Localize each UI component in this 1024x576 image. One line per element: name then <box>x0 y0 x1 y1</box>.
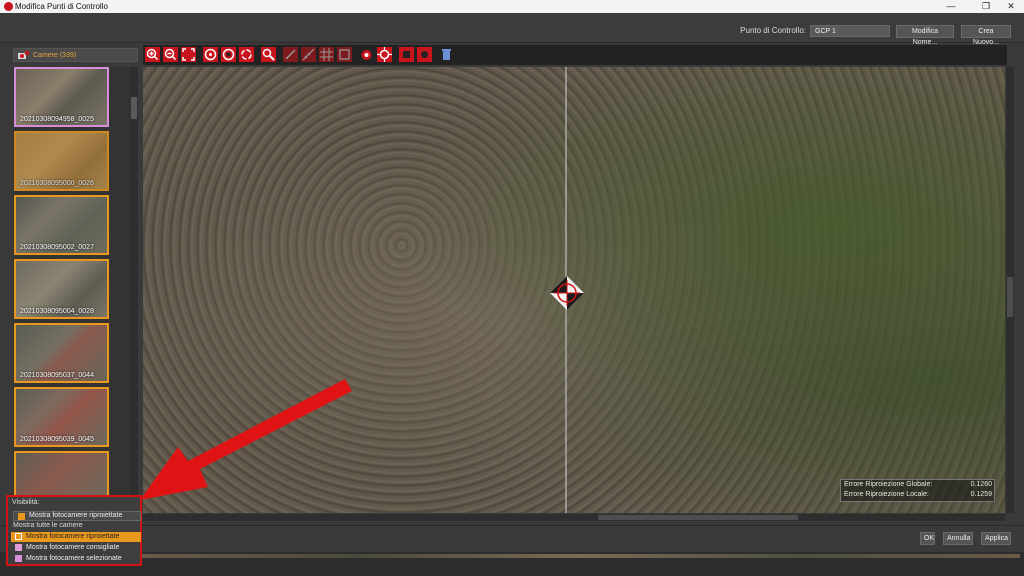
thumbnail-caption: 20210308095039_0045 <box>20 436 94 443</box>
gcp-select[interactable]: GCP 1 <box>810 25 890 37</box>
thumbnail-scroll-handle[interactable] <box>131 97 137 119</box>
option-show-recommended[interactable]: Mostra fotocamere consigliate <box>11 543 141 553</box>
grid-icon[interactable] <box>319 47 334 62</box>
close-button[interactable]: ✕ <box>1000 0 1022 13</box>
camera-thumbnail[interactable]: 20210308095002_0027 <box>14 195 109 255</box>
camera-thumbnail[interactable]: 20210308095000_0026 <box>14 131 109 191</box>
area-icon[interactable] <box>337 47 352 62</box>
reprojection-error-box: Errore Riproiezione Globale: 0.1260 Erro… <box>840 479 995 502</box>
trash-icon[interactable] <box>439 47 454 62</box>
viewer-horizontal-scrollbar[interactable] <box>143 514 1005 521</box>
visibility-dropdown-value: Mostra fotocamere riproiettate <box>29 512 123 519</box>
option-label: Mostra fotocamere selezionate <box>26 555 122 562</box>
thumbnail-scrollbar[interactable] <box>130 67 138 497</box>
target-icon[interactable] <box>203 47 218 62</box>
fit-view-icon[interactable] <box>181 47 196 62</box>
title-bar: Modifica Punti di Controllo — ❐ ✕ <box>0 0 1024 13</box>
thumbnail-caption: 20210308095037_0044 <box>20 372 94 379</box>
rename-button[interactable]: Modifica Nome... <box>896 25 954 46</box>
thumbnail-caption: 20210308095004_0028 <box>20 308 94 315</box>
vertical-scroll-handle[interactable] <box>1007 277 1013 317</box>
viewer-vertical-scrollbar[interactable] <box>1006 67 1014 513</box>
viewer-toolbar <box>143 45 1007 65</box>
gcp-header: Punto di Controllo: GCP 1 Modifica Nome.… <box>0 13 1024 46</box>
window-title: Modifica Punti di Controllo <box>15 2 108 11</box>
visibility-title: Visibilità: <box>12 499 40 506</box>
filmstrip-image <box>140 554 1020 558</box>
app-logo-icon <box>4 2 13 11</box>
cancel-button[interactable]: Annulla <box>943 532 973 545</box>
target-alt-icon[interactable] <box>221 47 236 62</box>
thumbnail-caption: 20210308095002_0027 <box>20 244 94 251</box>
visibility-dropdown[interactable]: Mostra fotocamere riproiettate <box>13 511 141 521</box>
marker-icon[interactable] <box>359 47 374 62</box>
camera-count-label: Camere (339) <box>33 52 77 59</box>
camera-thumbnail[interactable]: 20210308095039_0045 <box>14 387 109 447</box>
measure-icon[interactable] <box>301 47 316 62</box>
rotate-icon[interactable] <box>239 47 254 62</box>
show-all-cameras-option[interactable]: Mostra tutte le camere <box>13 522 83 529</box>
option-show-selected[interactable]: Mostra fotocamere selezionate <box>11 554 141 564</box>
annotation-arrow-icon <box>140 379 352 500</box>
global-error-label: Errore Riproiezione Globale: <box>844 481 933 488</box>
camera-panel-header[interactable]: Camere (339) <box>13 48 138 62</box>
minimize-button[interactable]: — <box>940 0 962 13</box>
global-error-row: Errore Riproiezione Globale: 0.1260 <box>844 481 992 491</box>
camera-thumbnail[interactable]: 20210308094958_0025 <box>14 67 109 127</box>
option-label: Mostra fotocamere consigliate <box>26 544 120 551</box>
local-error-value: 0.1259 <box>970 491 992 498</box>
horizontal-scroll-handle[interactable] <box>598 515 798 520</box>
option-show-reprojected[interactable]: Mostra fotocamere riproiettate <box>11 532 141 542</box>
camera-icon <box>18 51 29 59</box>
center-target-icon[interactable] <box>377 47 392 62</box>
record-circle-icon[interactable] <box>417 47 432 62</box>
thumbnail-caption: 20210308095000_0026 <box>20 180 94 187</box>
local-error-row: Errore Riproiezione Locale: 0.1259 <box>844 491 992 501</box>
maximize-button[interactable]: ❐ <box>975 0 997 13</box>
zoom-in-icon[interactable] <box>145 47 160 62</box>
zoom-out-icon[interactable] <box>163 47 178 62</box>
gcp-label: Punto di Controllo: <box>740 26 806 35</box>
thumbnail-image <box>16 453 107 497</box>
reprojected-color-swatch <box>18 513 25 520</box>
option-label: Mostra fotocamere riproiettate <box>26 533 120 540</box>
camera-thumbnail[interactable]: 20210308095004_0028 <box>14 259 109 319</box>
dialog-action-bar: OK Annulla Applica <box>0 525 1024 550</box>
selected-swatch <box>15 555 22 562</box>
thumbnail-caption: 20210308094958_0025 <box>20 116 94 123</box>
gcp-target-icon[interactable] <box>546 272 588 314</box>
reprojected-swatch <box>15 533 22 540</box>
recommended-swatch <box>15 544 22 551</box>
create-new-button[interactable]: Crea Nuovo... <box>961 25 1011 46</box>
draw-line-icon[interactable] <box>283 47 298 62</box>
global-error-value: 0.1260 <box>970 481 992 488</box>
magnifier-icon[interactable] <box>261 47 276 62</box>
camera-thumbnail-list[interactable]: 20210308094958_0025 20210308095000_0026 … <box>13 67 130 497</box>
record-square-icon[interactable] <box>399 47 414 62</box>
camera-thumbnail[interactable]: 20210308095037_0044 <box>14 323 109 383</box>
apply-button[interactable]: Applica <box>981 532 1011 545</box>
local-error-label: Errore Riproiezione Locale: <box>844 491 929 498</box>
ok-button[interactable]: OK <box>920 532 935 545</box>
visibility-panel: Visibilità: Mostra fotocamere riproietta… <box>6 495 142 566</box>
background-filmstrip <box>0 552 1024 576</box>
camera-thumbnail[interactable] <box>14 451 109 497</box>
